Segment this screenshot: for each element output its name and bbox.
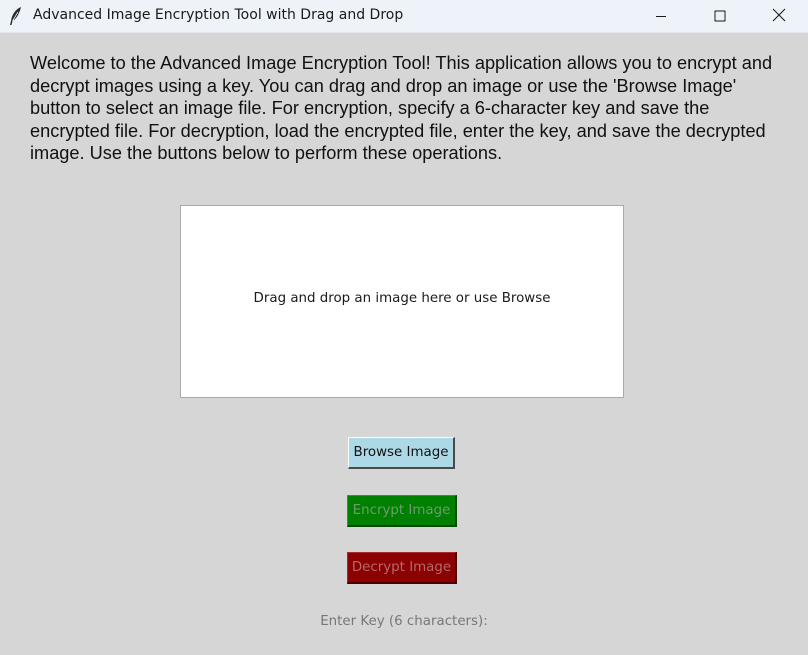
image-drop-zone[interactable]: Drag and drop an image here or use Brows… [180, 205, 624, 398]
encrypt-image-button[interactable]: Encrypt Image [347, 495, 457, 527]
minimize-button[interactable] [631, 0, 690, 33]
key-label: Enter Key (6 characters): [320, 614, 488, 629]
close-button[interactable] [749, 0, 808, 33]
maximize-icon [714, 7, 726, 26]
close-icon [772, 7, 786, 26]
window-title: Advanced Image Encryption Tool with Drag… [33, 7, 404, 23]
drop-zone-label: Drag and drop an image here or use Brows… [253, 291, 551, 306]
decrypt-image-button[interactable]: Decrypt Image [347, 552, 457, 584]
title-bar[interactable]: Advanced Image Encryption Tool with Drag… [0, 0, 808, 33]
intro-text: Welcome to the Advanced Image Encryption… [30, 53, 773, 164]
minimize-icon [655, 7, 667, 26]
feather-icon [8, 6, 24, 26]
app-window: Advanced Image Encryption Tool with Drag… [0, 0, 808, 655]
maximize-button[interactable] [690, 0, 749, 33]
browse-image-button[interactable]: Browse Image [348, 437, 455, 469]
